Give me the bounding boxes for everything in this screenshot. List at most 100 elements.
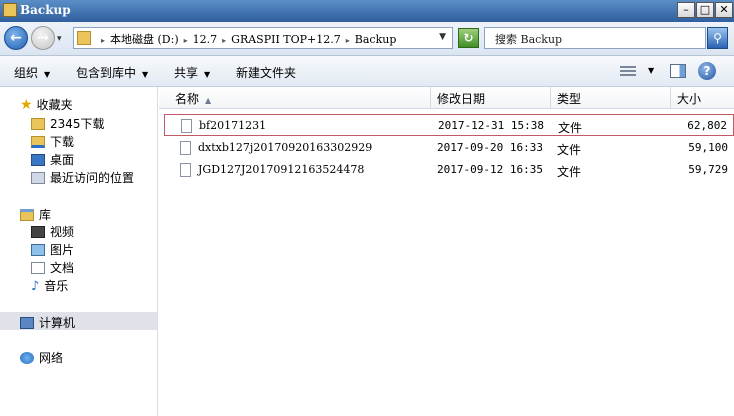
help-icon[interactable]: ?	[698, 62, 716, 80]
video-icon	[31, 226, 45, 238]
chevron-right-icon[interactable]: ▸	[184, 36, 188, 45]
folder-icon	[77, 31, 91, 45]
forward-button[interactable]: →	[31, 26, 55, 50]
chevron-down-icon[interactable]: ▼	[648, 66, 654, 75]
nav-item-label: 下载	[50, 135, 75, 149]
recent-places-icon	[31, 172, 45, 184]
nav-item-music[interactable]: ♪ 音乐	[31, 277, 68, 294]
organize-button[interactable]: 组织 ▼	[14, 64, 50, 81]
nav-item-label: 最近访问的位置	[50, 171, 135, 185]
minimize-button[interactable]: –	[677, 2, 695, 18]
nav-item-recent-places[interactable]: 最近访问的位置	[31, 169, 134, 186]
file-name: bf20171231	[199, 119, 267, 132]
chevron-right-icon[interactable]: ▸	[222, 36, 226, 45]
new-folder-label: 新建文件夹	[236, 66, 297, 80]
chevron-down-icon: ▼	[204, 70, 211, 79]
nav-item-label: 视频	[50, 225, 75, 239]
column-header-label: 类型	[557, 92, 582, 106]
nav-item-pictures[interactable]: 图片	[31, 241, 74, 258]
nav-network[interactable]: 网络	[20, 349, 63, 366]
back-button[interactable]: ←	[4, 26, 28, 50]
nav-item-download[interactable]: 下载	[31, 133, 74, 150]
navigation-pane: ★ 收藏夹 2345下载 下载 桌面 最近访问的位置 库 视频 图片 文档 ♪ 音乐…	[0, 87, 158, 416]
column-header-label: 修改日期	[437, 92, 486, 106]
address-bar[interactable]: ▸ 本地磁盘 (D:) ▸ 12.7 ▸ GRASPII TOP+12.7 ▸ Backup …	[73, 27, 453, 49]
column-header-type[interactable]: 类型	[551, 87, 671, 109]
search-input[interactable]: 搜索 Backup	[484, 27, 706, 49]
share-label: 共享	[174, 66, 199, 80]
nav-favorites[interactable]: ★ 收藏夹	[20, 96, 73, 113]
file-type: 文件	[557, 165, 582, 179]
nav-item-2345-download[interactable]: 2345下载	[31, 115, 105, 132]
view-options-icon[interactable]	[620, 64, 636, 77]
library-icon	[20, 209, 34, 221]
search-placeholder: 搜索 Backup	[495, 33, 563, 46]
star-icon: ★	[20, 97, 33, 113]
breadcrumb-item[interactable]: GRASPII TOP+12.7	[231, 33, 341, 46]
file-name: JGD127J20170912163524478	[198, 163, 365, 176]
nav-favorites-label: 收藏夹	[36, 98, 73, 112]
include-in-library-button[interactable]: 包含到库中 ▼	[76, 64, 148, 81]
file-row[interactable]: JGD127J20170912163524478 2017-09-12 16:3…	[164, 159, 734, 181]
folder-icon	[31, 118, 45, 130]
document-icon	[31, 262, 45, 274]
column-header-date[interactable]: 修改日期	[431, 87, 551, 109]
nav-network-label: 网络	[39, 351, 64, 365]
chevron-right-icon[interactable]: ▸	[101, 36, 105, 45]
organize-label: 组织	[14, 66, 39, 80]
column-header-label: 名称	[175, 92, 200, 106]
breadcrumb-item[interactable]: 本地磁盘 (D:)	[110, 33, 179, 46]
file-row[interactable]: bf20171231 2017-12-31 15:38 文件 62,802	[164, 114, 734, 136]
refresh-button[interactable]: ↻	[458, 28, 479, 48]
file-date: 2017-09-12 16:35	[437, 163, 543, 176]
file-row[interactable]: dxtxb127j20170920163302929 2017-09-20 16…	[164, 137, 734, 159]
picture-icon	[31, 244, 45, 256]
file-size: 59,100	[688, 141, 728, 154]
file-size: 59,729	[688, 163, 728, 176]
address-dropdown-icon[interactable]: ▼	[439, 32, 446, 42]
close-button[interactable]: ✕	[715, 2, 733, 18]
maximize-button[interactable]: □	[696, 2, 714, 18]
column-header-name[interactable]: 名称 ▲	[159, 87, 431, 109]
nav-libraries-label: 库	[39, 208, 52, 222]
computer-icon	[20, 317, 34, 329]
music-icon: ♪	[31, 279, 40, 294]
include-in-library-label: 包含到库中	[76, 66, 137, 80]
downloads-folder-icon	[31, 136, 45, 148]
sort-ascending-icon: ▲	[205, 96, 212, 105]
share-button[interactable]: 共享 ▼	[174, 64, 210, 81]
nav-item-label: 图片	[50, 243, 75, 257]
chevron-down-icon: ▼	[44, 70, 51, 79]
nav-item-desktop[interactable]: 桌面	[31, 151, 74, 168]
breadcrumb-item[interactable]: Backup	[355, 33, 397, 46]
nav-item-videos[interactable]: 视频	[31, 223, 74, 240]
column-header-label: 大小	[677, 92, 702, 106]
new-folder-button[interactable]: 新建文件夹	[236, 64, 296, 81]
file-date: 2017-09-20 16:33	[437, 141, 543, 154]
network-icon	[20, 352, 34, 364]
file-type: 文件	[558, 121, 583, 135]
column-header-size[interactable]: 大小	[671, 87, 734, 109]
nav-item-label: 音乐	[44, 279, 69, 293]
chevron-right-icon[interactable]: ▸	[346, 36, 350, 45]
nav-libraries[interactable]: 库	[20, 206, 51, 223]
history-dropdown-icon[interactable]: ▾	[57, 34, 62, 44]
chevron-down-icon: ▼	[142, 70, 149, 79]
command-bar: 组织 ▼ 包含到库中 ▼ 共享 ▼ 新建文件夹 ▼ ?	[0, 56, 734, 87]
file-date: 2017-12-31 15:38	[438, 119, 544, 132]
title-bar: Backup – □ ✕	[0, 0, 734, 22]
file-size: 62,802	[687, 119, 727, 132]
breadcrumb: ▸ 本地磁盘 (D:) ▸ 12.7 ▸ GRASPII TOP+12.7 ▸ Backup	[96, 31, 396, 47]
file-name: dxtxb127j20170920163302929	[198, 141, 373, 154]
nav-computer-label: 计算机	[39, 316, 76, 330]
nav-item-documents[interactable]: 文档	[31, 259, 74, 276]
file-type: 文件	[557, 143, 582, 157]
nav-computer[interactable]: 计算机	[20, 314, 75, 331]
preview-pane-icon[interactable]	[670, 64, 686, 78]
folder-icon	[3, 3, 17, 17]
nav-item-label: 桌面	[50, 153, 75, 167]
search-icon[interactable]: ⚲	[707, 27, 728, 49]
nav-item-label: 文档	[50, 261, 75, 275]
file-icon	[180, 163, 191, 177]
breadcrumb-item[interactable]: 12.7	[193, 33, 218, 46]
